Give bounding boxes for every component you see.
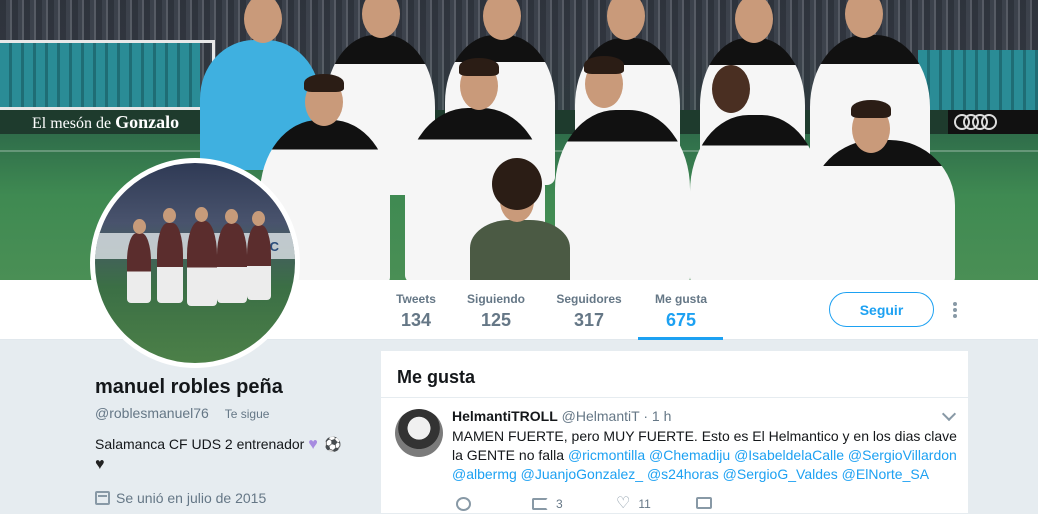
player-figure <box>555 110 690 280</box>
timeline-title: Me gusta <box>397 367 476 387</box>
stat-value: 125 <box>480 310 512 330</box>
joined-text: Se unió en julio de 2015 <box>116 490 267 506</box>
avatar-player <box>127 233 151 303</box>
stat-value: 675 <box>665 310 697 330</box>
stat-value: 317 <box>573 310 605 330</box>
active-tab-underline <box>638 337 723 340</box>
more-options-icon[interactable] <box>951 302 959 318</box>
profile-bio: Salamanca CF UDS 2 entrenador ♥ ⚽ ♥ <box>95 434 365 474</box>
stat-label: Seguidores <box>556 292 622 306</box>
avatar-player <box>217 223 247 303</box>
avatar-player-head <box>252 211 265 226</box>
avatar-player-head <box>225 209 238 224</box>
bio-text: Salamanca CF UDS 2 entrenador <box>95 436 305 452</box>
reply-icon <box>456 497 471 511</box>
stat-likes[interactable]: Me gusta 675 <box>645 292 717 331</box>
avatar-player <box>247 225 271 300</box>
ad-brand: Gonzalo <box>115 112 180 132</box>
timeline-header: Me gusta <box>381 351 968 398</box>
reply-button[interactable] <box>456 497 471 511</box>
joined-date: Se unió en julio de 2015 <box>95 490 266 506</box>
retweet-count: 3 <box>556 497 563 511</box>
purple-heart-icon: ♥ <box>308 436 318 453</box>
tweet-actions: 3 ♡ 11 <box>452 495 782 514</box>
player-head <box>712 65 750 113</box>
avatar-player-head <box>195 207 208 222</box>
retweet-icon <box>532 498 548 510</box>
profile-handle-row: @roblesmanuel76 Te sigue <box>95 405 274 423</box>
stat-value: 134 <box>400 310 432 330</box>
stat-tweets[interactable]: Tweets 134 <box>393 292 439 331</box>
tweet-author-avatar[interactable] <box>395 409 443 457</box>
player-figure <box>810 140 955 280</box>
calendar-icon <box>95 491 110 505</box>
retweet-button[interactable]: 3 <box>532 497 563 511</box>
like-count: 11 <box>638 497 651 511</box>
like-button[interactable]: ♡ 11 <box>616 495 651 512</box>
goal-frame <box>0 40 215 110</box>
avatar-player-head <box>133 219 146 234</box>
tweet-text: MAMEN FUERTE, pero MUY FUERTE. Esto es E… <box>452 427 962 484</box>
likes-timeline: Me gusta HelmantiTROLL @HelmantiT · 1 h … <box>380 350 969 514</box>
player-hair <box>304 74 344 92</box>
stat-label: Me gusta <box>654 292 707 306</box>
chevron-down-icon[interactable] <box>941 406 957 422</box>
follows-you-badge: Te sigue <box>220 405 274 423</box>
player-hair <box>584 56 624 74</box>
stat-followers[interactable]: Seguidores 317 <box>553 292 625 331</box>
direct-message-button[interactable] <box>696 497 712 509</box>
envelope-icon <box>696 497 712 509</box>
avatar-player <box>187 221 217 306</box>
tweet-author-name[interactable]: HelmantiTROLL <box>452 408 558 424</box>
player-hair <box>459 58 499 76</box>
avatar-player <box>157 223 183 303</box>
profile-name[interactable]: manuel robles peña <box>95 376 283 399</box>
player-figure <box>690 115 820 280</box>
audi-logo <box>954 113 997 131</box>
advertising-text: El mesón de Gonzalo <box>32 112 179 133</box>
stadium-seats-right <box>918 50 1038 110</box>
avatar-player-head <box>163 208 176 223</box>
profile-handle[interactable]: @roblesmanuel76 <box>95 405 209 421</box>
profile-avatar[interactable]: AC <box>90 158 300 368</box>
heart-icon: ♡ <box>616 495 631 512</box>
child-hair <box>492 158 542 210</box>
follow-button[interactable]: Seguir <box>829 292 934 327</box>
stat-following[interactable]: Siguiendo 125 <box>463 292 529 331</box>
profile-page: El mesón de Gonzalo Tweets 134 Siguiendo… <box>0 0 1038 514</box>
tweet-author-handle[interactable]: @HelmantiT <box>562 408 640 424</box>
tweet-timestamp[interactable]: 1 h <box>652 408 671 424</box>
child-figure <box>470 220 570 280</box>
tweet-header: HelmantiTROLL @HelmantiT · 1 h <box>452 408 671 424</box>
black-heart-icon: ♥ <box>95 456 105 473</box>
player-hair <box>851 100 891 118</box>
stat-label: Tweets <box>396 292 436 306</box>
stat-label: Siguiendo <box>467 292 525 306</box>
soccer-ball-icon: ⚽ <box>324 436 342 452</box>
tweet-separator: · <box>643 408 648 424</box>
ad-prefix: El mesón de <box>32 115 112 132</box>
